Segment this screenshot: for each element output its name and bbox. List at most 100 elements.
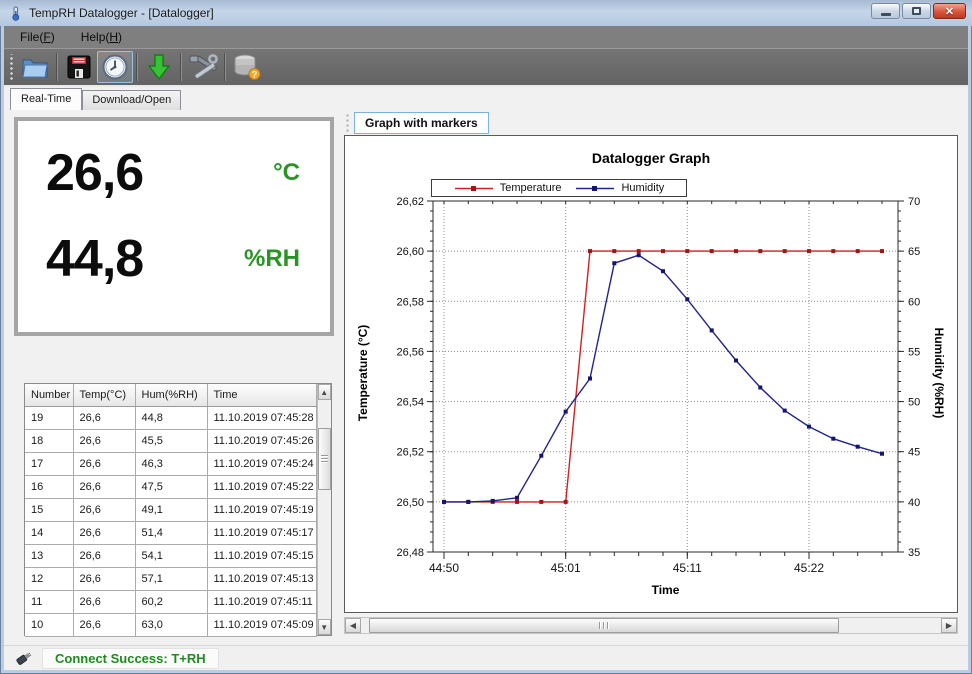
series-humidity [444, 255, 882, 502]
table-row[interactable]: 1226,657,111.10.2019 07:45:13 [25, 567, 316, 590]
close-icon: ✕ [945, 5, 954, 18]
table-row[interactable]: 1426,651,411.10.2019 07:45:17 [25, 521, 316, 544]
open-file-button[interactable] [17, 51, 53, 83]
maximize-button[interactable] [902, 3, 931, 19]
minimize-button[interactable] [871, 3, 900, 19]
open-folder-icon [20, 54, 50, 80]
table-row[interactable]: 1126,660,211.10.2019 07:45:11 [25, 590, 316, 613]
menu-help[interactable]: Help(H) [81, 30, 122, 44]
table-row[interactable]: 1626,647,511.10.2019 07:45:22 [25, 475, 316, 498]
table-body: 1926,644,811.10.2019 07:45:281826,645,51… [25, 406, 316, 636]
toolbar-separator [180, 53, 182, 81]
close-button[interactable]: ✕ [933, 3, 966, 19]
question-mark-icon: ? [252, 70, 258, 80]
floppy-disk-icon [66, 54, 92, 80]
database-help-button[interactable]: ? [229, 51, 265, 83]
graph-toolstrip-grip[interactable] [345, 113, 351, 133]
minimize-icon [881, 13, 891, 16]
svg-text:26,50: 26,50 [396, 497, 424, 509]
toolbar-grip[interactable] [8, 54, 15, 80]
scroll-up-icon[interactable]: ▲ [318, 384, 332, 400]
svg-text:55: 55 [908, 346, 920, 358]
tab-strip: Real-Time Download/Open [10, 88, 181, 110]
scrollbar-thumb[interactable] [318, 428, 332, 490]
table-row[interactable]: 1026,663,011.10.2019 07:45:09 [25, 613, 316, 636]
scroll-left-icon[interactable]: ◀ [345, 618, 361, 633]
svg-text:65: 65 [908, 246, 920, 258]
status-message: Connect Success: T+RH [42, 648, 219, 669]
scroll-right-icon[interactable]: ▶ [941, 618, 957, 633]
series-temperature [444, 251, 882, 502]
download-button[interactable] [141, 51, 177, 83]
database-icon: ? [232, 53, 262, 81]
col-time[interactable]: Time [207, 384, 316, 406]
svg-text:26,58: 26,58 [396, 296, 424, 308]
thermometer-icon [8, 6, 23, 21]
temperature-unit: °C [273, 159, 300, 187]
graph-hscrollbar[interactable]: ◀ ▶ [344, 617, 958, 634]
thumb-grip [321, 455, 328, 463]
svg-text:60: 60 [908, 296, 920, 308]
temperature-value: 26,6 [46, 143, 143, 203]
svg-text:26,56: 26,56 [396, 346, 424, 358]
svg-text:70: 70 [908, 196, 920, 208]
chart-title: Datalogger Graph [345, 150, 957, 166]
svg-text:26,62: 26,62 [396, 196, 424, 208]
settings-button[interactable] [185, 51, 221, 83]
table-row[interactable]: 1526,649,111.10.2019 07:45:19 [25, 498, 316, 521]
status-bar: Connect Success: T+RH [4, 645, 968, 670]
col-temp[interactable]: Temp(°C) [73, 384, 135, 406]
svg-text:26,48: 26,48 [396, 547, 424, 559]
table-row[interactable]: 1926,644,811.10.2019 07:45:28 [25, 406, 316, 429]
table-row[interactable]: 1726,646,311.10.2019 07:45:24 [25, 452, 316, 475]
realtime-button[interactable] [97, 51, 133, 83]
connector-icon [14, 650, 32, 666]
toolbar: ? [4, 48, 968, 85]
maximize-icon [912, 7, 921, 15]
svg-text:45:11: 45:11 [673, 561, 702, 575]
chart-legend: Temperature Humidity [431, 179, 687, 197]
right-axis-label: Humidity (%RH) [932, 263, 946, 483]
svg-text:26,52: 26,52 [396, 447, 424, 459]
download-arrow-icon [146, 53, 172, 81]
svg-text:44:50: 44:50 [429, 561, 459, 575]
svg-text:40: 40 [908, 497, 920, 509]
chart: 26,48 26,50 26,52 26,54 26,56 26,58 26,60 26,62… [345, 136, 957, 612]
window-title: TempRH Datalogger - [Datalogger] [29, 6, 214, 20]
menu-file[interactable]: File(F) [20, 30, 55, 44]
title-bar[interactable]: TempRH Datalogger - [Datalogger] ✕ [0, 0, 972, 26]
chart-panel: Datalogger Graph Temperature Humidity Tem… [344, 135, 958, 613]
humidity-value: 44,8 [46, 229, 143, 289]
content-area: Real-Time Download/Open 26,6 °C 44,8 %RH [4, 85, 968, 645]
table-header[interactable]: Number Temp(°C) Hum(%RH) Time [25, 384, 316, 406]
svg-text:45:22: 45:22 [794, 561, 824, 575]
svg-text:50: 50 [908, 397, 920, 409]
svg-text:26,60: 26,60 [396, 246, 424, 258]
log-table: Number Temp(°C) Hum(%RH) Time 1926,644,8… [24, 383, 332, 636]
svg-text:45:01: 45:01 [551, 561, 581, 575]
table-row[interactable]: 1826,645,511.10.2019 07:45:26 [25, 429, 316, 452]
save-file-button[interactable] [61, 51, 97, 83]
tools-icon [188, 53, 218, 81]
tab-download-open[interactable]: Download/Open [82, 90, 181, 110]
toolbar-separator [224, 53, 226, 81]
legend-item: Temperature [454, 182, 562, 194]
col-hum[interactable]: Hum(%RH) [135, 384, 207, 406]
scroll-down-icon[interactable]: ▼ [318, 619, 332, 635]
table-scrollbar[interactable]: ▲ ▼ [317, 384, 332, 635]
table-row[interactable]: 1326,654,111.10.2019 07:45:15 [25, 544, 316, 567]
graph-with-markers-button[interactable]: Graph with markers [354, 112, 489, 134]
clock-icon [101, 53, 129, 81]
col-number[interactable]: Number [25, 384, 73, 406]
hscrollbar-thumb[interactable] [369, 618, 839, 633]
app-window: TempRH Datalogger - [Datalogger] ✕ File(… [0, 0, 972, 674]
humidity-unit: %RH [244, 245, 300, 273]
toolbar-separator [136, 53, 138, 81]
readout-panel: 26,6 °C 44,8 %RH [14, 117, 334, 336]
legend-item: Humidity [575, 182, 664, 194]
svg-text:26,54: 26,54 [396, 397, 424, 409]
x-axis-label: Time [433, 583, 898, 597]
menu-bar: File(F) Help(H) [4, 26, 968, 48]
left-axis-label: Temperature (°C) [356, 263, 370, 483]
tab-real-time[interactable]: Real-Time [10, 88, 82, 110]
